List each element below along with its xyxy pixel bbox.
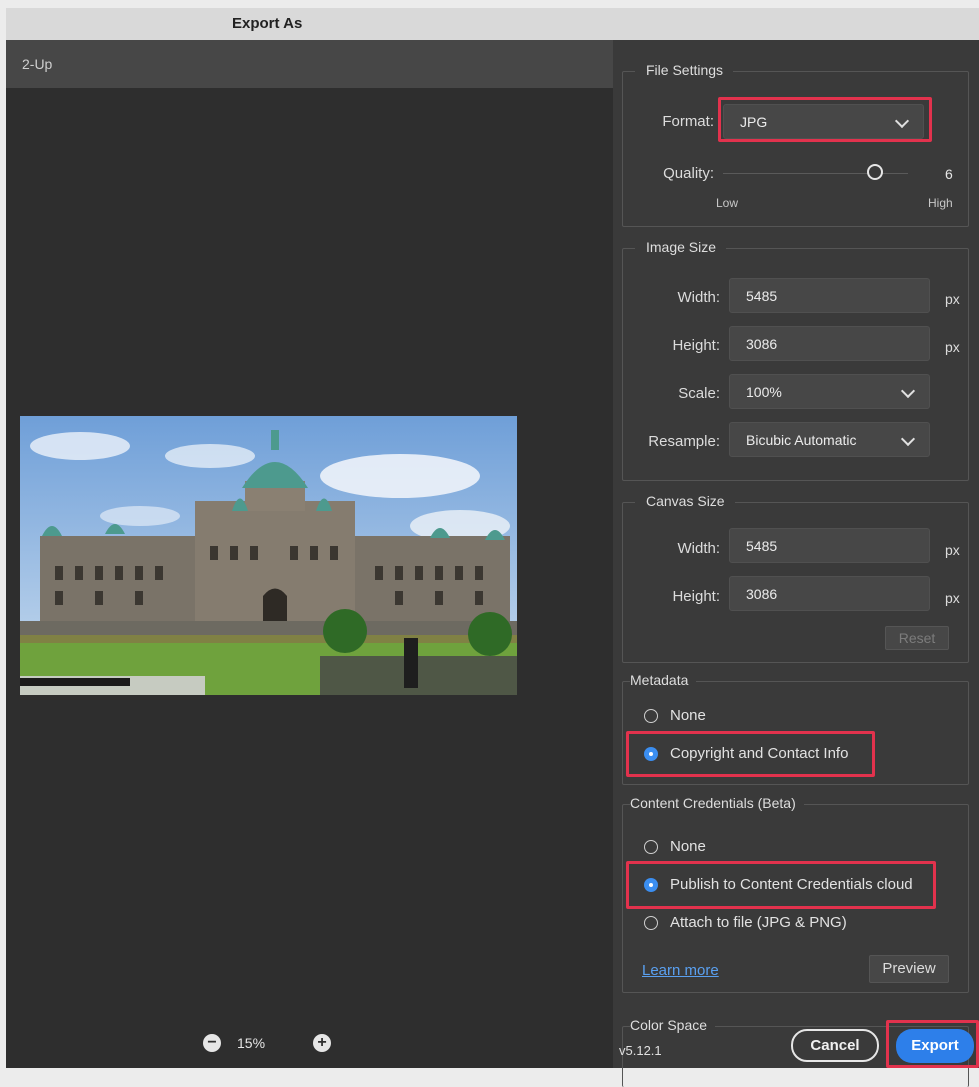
file-settings-title: File Settings [635, 62, 734, 78]
image-width-value: 5485 [746, 288, 778, 304]
metadata-title: Metadata [630, 672, 697, 688]
canvas-height-label: Height: [672, 588, 720, 605]
preview-mode-label[interactable]: 2-Up [22, 56, 52, 72]
credentials-highlight [626, 861, 936, 909]
credentials-attach-label[interactable]: Attach to file (JPG & PNG) [670, 914, 847, 931]
resample-value: Bicubic Automatic [746, 432, 857, 448]
image-width-unit: px [945, 291, 960, 307]
metadata-none-radio[interactable] [644, 709, 658, 723]
zoom-level: 15% [237, 1035, 266, 1051]
resample-select[interactable]: Bicubic Automatic [729, 422, 930, 457]
canvas-width-input[interactable]: 5485 [729, 528, 930, 563]
image-height-input[interactable]: 3086 [729, 326, 930, 361]
canvas-height-input[interactable]: 3086 [729, 576, 930, 611]
image-height-value: 3086 [746, 336, 778, 352]
scale-label: Scale: [678, 385, 720, 402]
image-size-group: Image Size Width: 5485 px Height: 3086 p… [622, 239, 969, 481]
metadata-group: Metadata None Copyright and Contact Info [622, 672, 969, 785]
canvas-width-label: Width: [677, 540, 720, 557]
preview-header: 2-Up [6, 40, 613, 88]
format-label: Format: [662, 113, 714, 130]
zoom-out-icon[interactable]: − [203, 1034, 221, 1052]
format-highlight [718, 97, 932, 142]
credentials-none-label[interactable]: None [670, 838, 706, 855]
chevron-down-icon [900, 383, 916, 399]
export-highlight [886, 1020, 979, 1068]
scale-value: 100% [746, 384, 782, 400]
preview-image[interactable] [20, 416, 517, 695]
quality-high-label: High [928, 196, 953, 210]
learn-more-link[interactable]: Learn more [642, 962, 719, 979]
export-as-window: Export As 2-Up − 15% + File Settings For… [6, 8, 979, 1087]
resample-label: Resample: [648, 433, 720, 450]
image-height-unit: px [945, 339, 960, 355]
title-bar: Export As [6, 8, 979, 40]
quality-label: Quality: [663, 165, 714, 182]
quality-value: 6 [945, 166, 953, 182]
canvas-width-value: 5485 [746, 538, 778, 554]
canvas-size-group: Canvas Size Width: 5485 px Height: 3086 … [622, 493, 969, 663]
zoom-in-icon[interactable]: + [313, 1034, 331, 1052]
scale-select[interactable]: 100% [729, 374, 930, 409]
window-title: Export As [232, 15, 303, 32]
building-photo [20, 416, 517, 695]
chevron-down-icon [900, 431, 916, 447]
content-credentials-title: Content Credentials (Beta) [630, 795, 804, 811]
version-label: v5.12.1 [619, 1043, 662, 1058]
file-settings-group: File Settings Format: JPG Quality: 6 Low… [622, 62, 969, 227]
color-space-title: Color Space [630, 1017, 716, 1033]
canvas-height-value: 3086 [746, 586, 778, 602]
quality-low-label: Low [716, 196, 739, 210]
credentials-none-radio[interactable] [644, 840, 658, 854]
canvas-size-title: Canvas Size [635, 493, 735, 509]
content-credentials-group: Content Credentials (Beta) None Publish … [622, 795, 969, 993]
preview-area: 2-Up − 15% + [6, 40, 613, 1068]
image-width-input[interactable]: 5485 [729, 278, 930, 313]
credentials-attach-radio[interactable] [644, 916, 658, 930]
image-size-title: Image Size [635, 239, 727, 255]
credentials-preview-button[interactable]: Preview [869, 955, 949, 983]
cancel-button[interactable]: Cancel [791, 1029, 879, 1062]
canvas-width-unit: px [945, 542, 960, 558]
reset-button[interactable]: Reset [885, 626, 949, 650]
image-width-label: Width: [677, 289, 720, 306]
canvas-height-unit: px [945, 590, 960, 606]
metadata-none-label[interactable]: None [670, 707, 706, 724]
settings-panel: File Settings Format: JPG Quality: 6 Low… [613, 40, 979, 1087]
metadata-highlight [626, 731, 875, 777]
zoom-bar: − 15% + [6, 1022, 613, 1068]
image-height-label: Height: [672, 337, 720, 354]
quality-slider-thumb[interactable] [866, 164, 883, 180]
